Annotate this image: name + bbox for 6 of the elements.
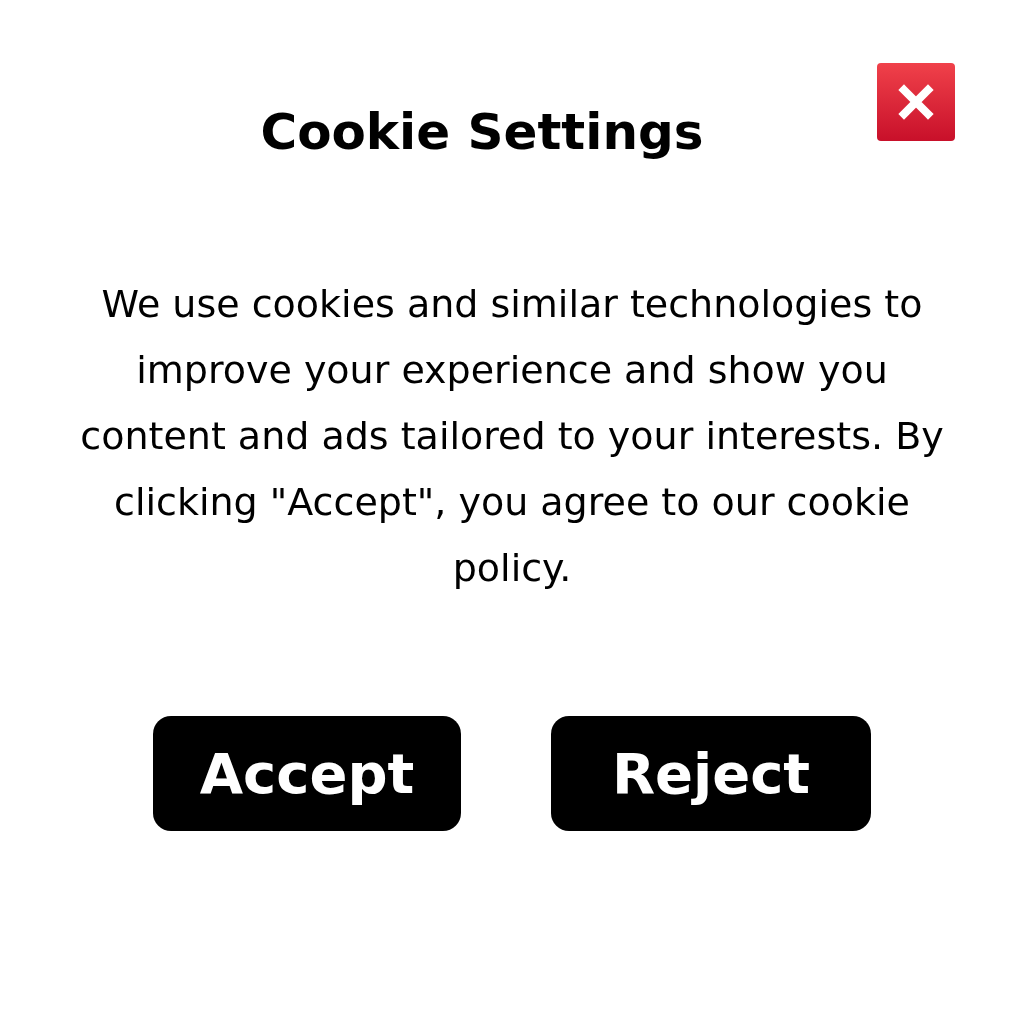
cookie-message: We use cookies and similar technologies to improve your experience and show you content and ads tailored to your interests. By clicking "Accept", you agree to our cookie policy. bbox=[79, 281, 945, 592]
close-icon bbox=[896, 82, 936, 122]
close-button[interactable] bbox=[877, 63, 955, 141]
dialog-title: Cookie Settings bbox=[260, 103, 704, 161]
accept-button[interactable]: Accept bbox=[153, 716, 461, 831]
reject-button[interactable]: Reject bbox=[551, 716, 871, 831]
